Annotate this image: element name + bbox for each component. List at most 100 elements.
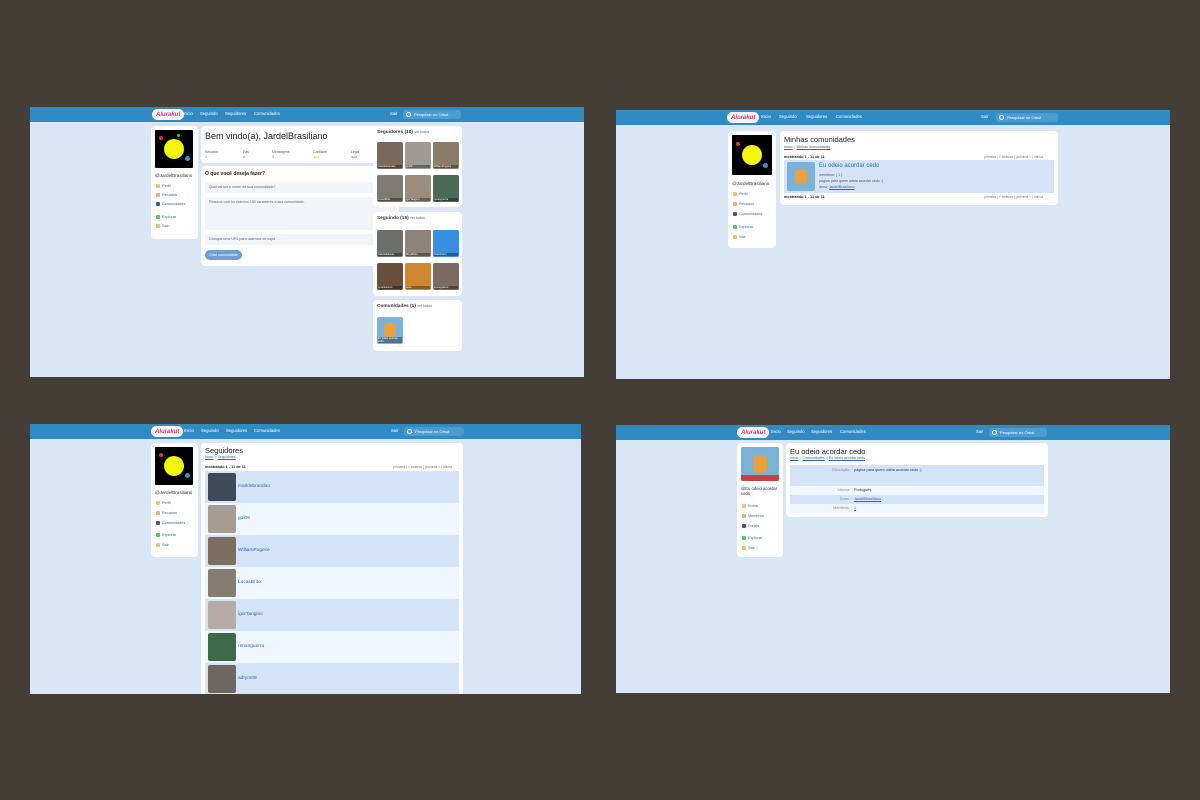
alurakut-logo[interactable]: Alurakut bbox=[727, 112, 760, 123]
follower-photo[interactable] bbox=[208, 633, 236, 661]
nav-inicio[interactable]: Inicio bbox=[771, 429, 781, 434]
ver-todos-link[interactable]: ver todos bbox=[414, 130, 429, 134]
community-description-input[interactable]: Resuma com no máximo 180 caracteres a su… bbox=[205, 197, 395, 230]
follower-thumb[interactable]: renanguerra bbox=[433, 175, 459, 202]
community-detail-screenshot: Alurakut Inicio Seguindo Seguidores Comu… bbox=[616, 425, 1170, 693]
sidebar-item-explorar[interactable]: Explorar bbox=[156, 533, 176, 537]
nav-seguidores[interactable]: Seguidores bbox=[226, 428, 247, 433]
welcome-box: Bem vindo(a), JardelBrasiliano Recados 3 … bbox=[201, 126, 399, 163]
nav-seguindo[interactable]: Seguindo bbox=[201, 428, 219, 433]
members-link[interactable]: 1 bbox=[854, 506, 856, 510]
sidebar-item-recados[interactable]: Recados bbox=[156, 193, 177, 197]
stat-fas: Fãs 8 bbox=[243, 150, 249, 159]
follower-name-link[interactable]: igorTangino bbox=[238, 612, 263, 617]
nav-seguindo[interactable]: Seguindo bbox=[779, 114, 797, 119]
follower-photo[interactable] bbox=[208, 473, 236, 501]
search-icon bbox=[406, 112, 411, 117]
nav-seguidores[interactable]: Seguidores bbox=[225, 111, 246, 116]
following-thumb[interactable]: Gabrielbatista bbox=[377, 230, 403, 257]
sair-link[interactable]: Sair bbox=[391, 428, 398, 433]
nav-comunidades[interactable]: Comunidades bbox=[836, 114, 862, 119]
sidebar-item-explorar[interactable]: Explorar bbox=[156, 215, 176, 219]
search-input[interactable]: Pesquisar no Orkut bbox=[989, 428, 1047, 437]
nav-seguidores[interactable]: Seguidores bbox=[806, 114, 827, 119]
pagination[interactable]: primeira | < anterior | próxima > | últi… bbox=[984, 155, 1043, 159]
following-thumb[interactable]: juunegreiros bbox=[433, 263, 459, 290]
stat-confiavel: Confiável ●●● bbox=[313, 150, 328, 159]
sidebar-item-sair[interactable]: Sair bbox=[742, 546, 755, 550]
sidebar-item-perfil[interactable]: Perfil bbox=[156, 184, 171, 188]
sidebar-item-comunidades[interactable]: Comunidades bbox=[156, 202, 185, 206]
follower-name-link[interactable]: renanguerra bbox=[238, 644, 264, 649]
nav-seguidores[interactable]: Seguidores bbox=[811, 429, 832, 434]
ver-todos-link[interactable]: ver todos bbox=[410, 216, 425, 220]
follower-thumb[interactable]: igorTangino bbox=[405, 175, 431, 202]
search-input[interactable]: Pesquisar no Orkut bbox=[403, 110, 461, 119]
sidebar-item-sair[interactable]: Sair bbox=[156, 224, 169, 228]
book-icon bbox=[733, 202, 737, 206]
sidebar-item-membros[interactable]: Membros bbox=[742, 514, 764, 518]
follower-name-link[interactable]: marklebrandao bbox=[238, 484, 270, 489]
follower-photo[interactable] bbox=[208, 505, 236, 533]
follower-thumb[interactable]: gui09 bbox=[405, 142, 431, 169]
nav-comunidades[interactable]: Comunidades bbox=[840, 429, 866, 434]
search-input[interactable]: Pesquisar no Orkut bbox=[404, 427, 464, 436]
sidebar-item-sair[interactable]: Sair bbox=[156, 543, 169, 547]
sidebar-item-explorar[interactable]: Explorar bbox=[742, 536, 762, 540]
sidebar-item-entrar[interactable]: Entrar bbox=[742, 504, 758, 508]
sidebar-item-perfil[interactable]: Perfil bbox=[733, 192, 748, 196]
follower-name-link[interactable]: WilliamPogece bbox=[238, 548, 270, 553]
community-name-input[interactable]: Qual vai ser o nome da sua comunidade? bbox=[205, 182, 395, 193]
community-name-link[interactable]: Eu odeio acordar cedo bbox=[819, 163, 879, 169]
create-community-button[interactable]: Criar comunidade bbox=[205, 250, 242, 260]
page-title: Seguidores bbox=[205, 446, 243, 455]
sidebar-item-comunidades[interactable]: Comunidades bbox=[156, 521, 185, 525]
sidebar-item-comunidades[interactable]: Comunidades bbox=[733, 212, 762, 216]
alurakut-logo[interactable]: Alurakut bbox=[737, 427, 770, 438]
detail-row-membros: Membros: 1 bbox=[790, 504, 1044, 513]
community-url-input[interactable]: Coloque uma URL para usarmos de capa bbox=[205, 234, 395, 245]
sidebar-item-forum[interactable]: Fórum bbox=[742, 524, 759, 528]
sidebar-item-perfil[interactable]: Perfil bbox=[156, 501, 171, 505]
search-input[interactable]: Pesquisar no Orkut bbox=[996, 113, 1058, 122]
alurakut-logo[interactable]: Alurakut bbox=[152, 109, 185, 120]
nav-inicio[interactable]: Inicio bbox=[184, 428, 194, 433]
sidebar-item-sair[interactable]: Sair bbox=[733, 235, 746, 239]
follower-photo[interactable] bbox=[208, 569, 236, 597]
nav-comunidades[interactable]: Comunidades bbox=[254, 428, 280, 433]
pagination[interactable]: primeira | < anterior | próxima > | últi… bbox=[393, 465, 452, 469]
following-thumb[interactable]: JoaoPedro bbox=[433, 230, 459, 257]
sair-link[interactable]: Sair bbox=[976, 429, 983, 434]
sidebar-item-recados[interactable]: Recados bbox=[156, 511, 177, 515]
sair-link[interactable]: Sair bbox=[390, 111, 397, 116]
follower-thumb[interactable]: marklebrandao bbox=[377, 142, 403, 169]
follower-name-link[interactable]: LucasBrito bbox=[238, 580, 261, 585]
sidebar-item-explorar[interactable]: Explorar bbox=[733, 225, 753, 229]
nav-seguindo[interactable]: Seguindo bbox=[200, 111, 218, 116]
follower-photo[interactable] bbox=[208, 537, 236, 565]
nav-seguindo[interactable]: Seguindo bbox=[787, 429, 805, 434]
alurakut-logo[interactable]: Alurakut bbox=[151, 426, 184, 437]
pagination[interactable]: primeira | < anterior | próxima > | últi… bbox=[984, 195, 1043, 199]
nav-inicio[interactable]: Inicio bbox=[761, 114, 771, 119]
owner-link[interactable]: JardelBrasiliano bbox=[854, 497, 881, 501]
community-thumb[interactable] bbox=[787, 162, 815, 191]
nav-comunidades[interactable]: Comunidades bbox=[254, 111, 280, 116]
page-title: Eu odeio acordar cedo bbox=[790, 447, 866, 456]
follower-photo[interactable] bbox=[208, 601, 236, 629]
follower-name-link[interactable]: gui09 bbox=[238, 516, 250, 521]
following-thumb[interactable]: peas bbox=[405, 263, 431, 290]
nav-inicio[interactable]: Inicio bbox=[183, 111, 193, 116]
follower-thumb[interactable]: WilliamPogece bbox=[433, 142, 459, 169]
sidebar-item-recados[interactable]: Recados bbox=[733, 202, 754, 206]
follower-thumb[interactable]: LucasBrito bbox=[377, 175, 403, 202]
following-thumb[interactable]: MaykBrito bbox=[405, 230, 431, 257]
ver-todos-link[interactable]: ver todos bbox=[417, 304, 432, 308]
community-icon bbox=[733, 212, 737, 216]
follower-name-link[interactable]: adrym09 bbox=[238, 676, 257, 681]
follower-photo[interactable] bbox=[208, 665, 236, 693]
following-thumb[interactable]: omariosouto bbox=[377, 263, 403, 290]
sair-link[interactable]: Sair bbox=[981, 114, 988, 119]
community-icon bbox=[156, 521, 160, 525]
community-thumb[interactable]: Eu odeio acordar cedo bbox=[377, 317, 403, 344]
